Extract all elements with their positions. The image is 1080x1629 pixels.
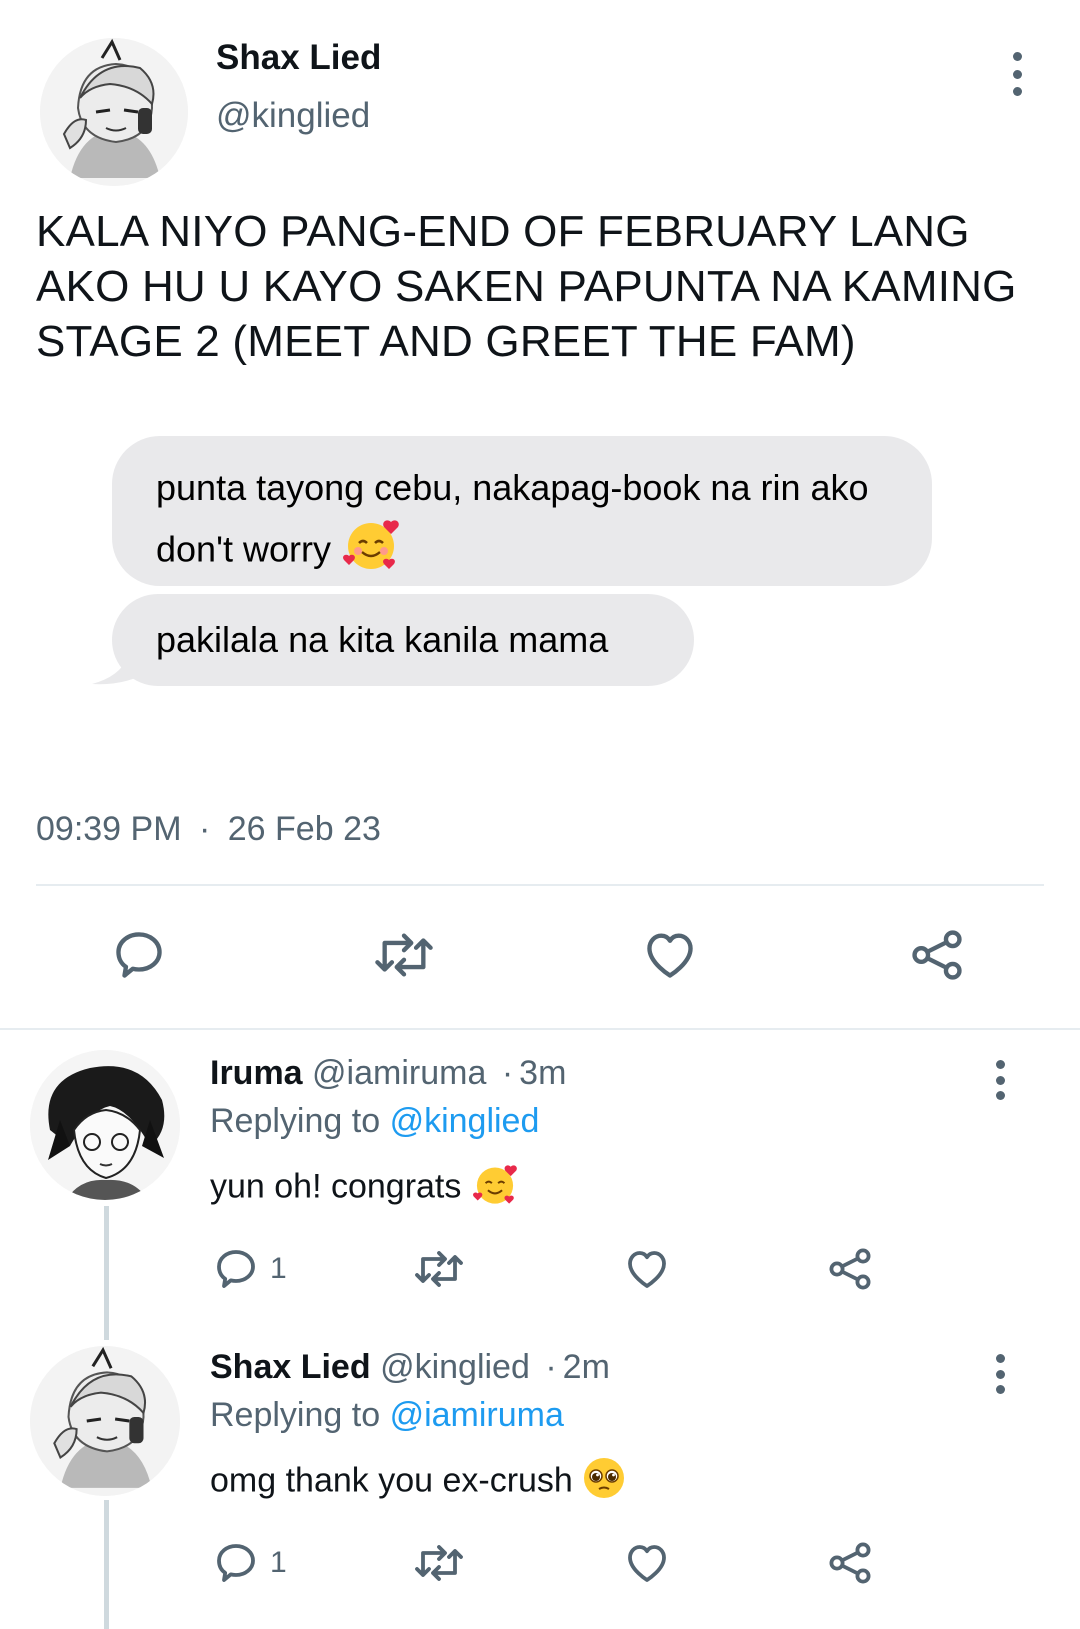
reply-age: 2m bbox=[562, 1348, 610, 1386]
reply-icon[interactable] bbox=[212, 1245, 260, 1293]
reply-text: yun oh! congrats bbox=[210, 1162, 519, 1215]
tweet-text: KALA NIYO PANG-END OF FEBRUARY LANG AKO … bbox=[36, 207, 1017, 366]
tweet-timestamp[interactable]: 09:39 PM · 26 Feb 23 bbox=[36, 810, 381, 849]
retweet-icon[interactable] bbox=[412, 1245, 466, 1293]
reply-header[interactable]: Shax Lied @kinglied · 2m bbox=[210, 1348, 610, 1387]
replying-to-label: Replying to bbox=[210, 1102, 381, 1140]
like-icon[interactable] bbox=[622, 1245, 672, 1293]
reply-icon[interactable] bbox=[110, 926, 168, 984]
replying-to-label: Replying to bbox=[210, 1396, 381, 1434]
reply-count: 1 bbox=[270, 1546, 287, 1579]
retweet-icon[interactable] bbox=[412, 1539, 466, 1587]
reply-avatar[interactable] bbox=[30, 1050, 180, 1200]
reply-age: 3m bbox=[519, 1054, 567, 1092]
thread-connector bbox=[104, 1206, 109, 1340]
reply-count: 1 bbox=[270, 1252, 287, 1285]
reply-author-name[interactable]: Iruma bbox=[210, 1054, 303, 1092]
tweet-time: 09:39 PM bbox=[36, 810, 182, 848]
replying-to-mention[interactable]: @iamiruma bbox=[390, 1396, 564, 1434]
reply-text-content: yun oh! congrats bbox=[210, 1167, 462, 1206]
author-name[interactable]: Shax Lied bbox=[216, 38, 381, 78]
share-icon[interactable] bbox=[826, 1539, 874, 1587]
tweet-date: 26 Feb 23 bbox=[227, 810, 381, 848]
reply-header[interactable]: Iruma @iamiruma · 3m bbox=[210, 1054, 566, 1093]
share-icon[interactable] bbox=[826, 1245, 874, 1293]
pleading-face-emoji bbox=[582, 1456, 626, 1509]
reply-author-handle[interactable]: @kinglied bbox=[380, 1348, 530, 1386]
timestamp-separator: · bbox=[198, 810, 211, 848]
smiling-face-with-hearts-emoji bbox=[341, 516, 401, 588]
reply-separator: · bbox=[545, 1348, 557, 1386]
reply-text: omg thank you ex-crush bbox=[210, 1456, 626, 1509]
tweet-detail-page: Shax Lied @kinglied KALA NIYO PANG-END O… bbox=[0, 0, 1080, 1629]
like-icon[interactable] bbox=[640, 926, 700, 984]
chat-bubble: pakilala na kita kanila mama bbox=[112, 594, 694, 686]
reply-separator: · bbox=[501, 1054, 514, 1092]
divider bbox=[36, 884, 1044, 886]
thread-connector bbox=[104, 1500, 109, 1629]
reply-author-handle[interactable]: @iamiruma bbox=[312, 1054, 486, 1092]
reply-text-content: omg thank you ex-crush bbox=[210, 1461, 573, 1500]
share-icon[interactable] bbox=[908, 926, 966, 984]
replying-to-line: Replying to @kinglied bbox=[210, 1102, 539, 1141]
divider bbox=[0, 1028, 1080, 1030]
author-handle[interactable]: @kinglied bbox=[216, 96, 370, 136]
reply-author-name[interactable]: Shax Lied bbox=[210, 1348, 371, 1386]
author-avatar[interactable] bbox=[40, 38, 188, 186]
replying-to-mention[interactable]: @kinglied bbox=[390, 1102, 540, 1140]
reply-avatar[interactable] bbox=[30, 1346, 180, 1496]
chat-bubble-text: punta tayong cebu, nakapag-book na rin a… bbox=[156, 467, 869, 570]
reply-icon[interactable] bbox=[212, 1539, 260, 1587]
more-icon[interactable] bbox=[988, 1354, 1012, 1394]
like-icon[interactable] bbox=[622, 1539, 672, 1587]
more-icon[interactable] bbox=[988, 1060, 1012, 1100]
chat-bubble-text: pakilala na kita kanila mama bbox=[156, 619, 609, 660]
replying-to-line: Replying to @iamiruma bbox=[210, 1396, 564, 1435]
retweet-icon[interactable] bbox=[372, 926, 436, 984]
chat-bubble: punta tayong cebu, nakapag-book na rin a… bbox=[112, 436, 932, 586]
more-icon[interactable] bbox=[1005, 52, 1029, 96]
smiling-face-with-hearts-emoji bbox=[471, 1162, 519, 1215]
